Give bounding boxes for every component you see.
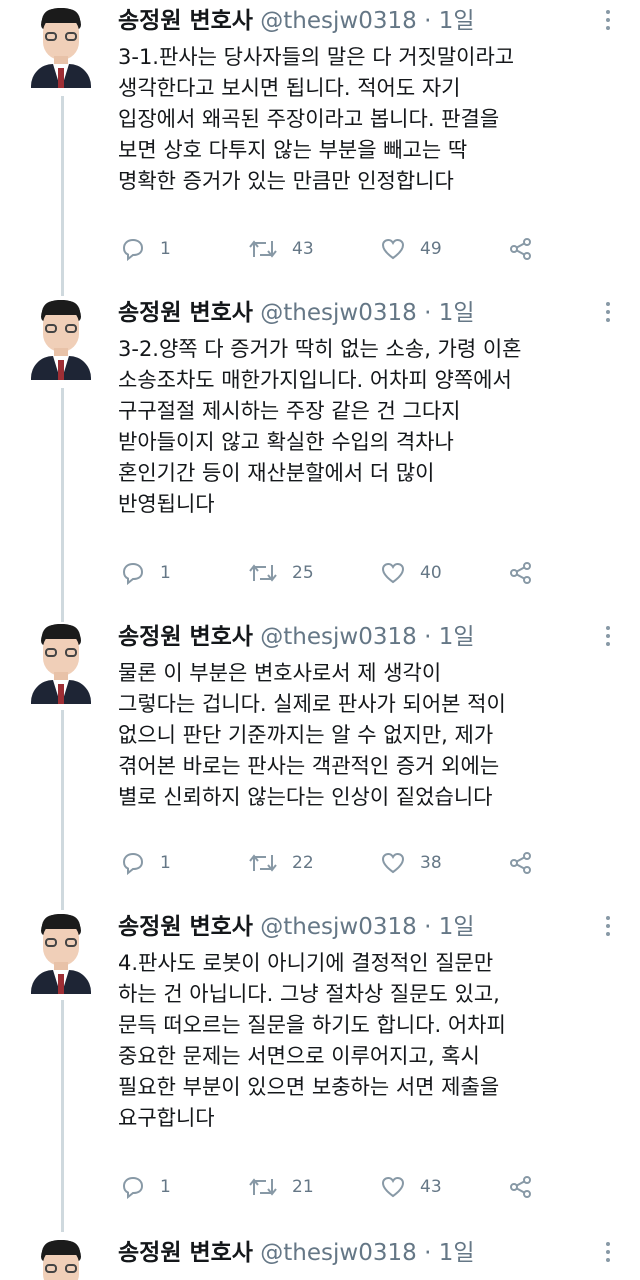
author-handle[interactable]: @thesjw0318 — [260, 300, 416, 326]
share-button[interactable] — [508, 234, 534, 264]
tweet[interactable]: 송정원 변호사 @thesjw0318 · 1일 물론 이 부분은 변호사로서 … — [0, 616, 640, 912]
timestamp[interactable]: 1일 — [439, 914, 475, 940]
more-dots-icon[interactable] — [604, 626, 612, 648]
separator-dot: · — [424, 1240, 432, 1266]
reply-count: 1 — [160, 563, 171, 583]
like-count: 40 — [420, 563, 442, 583]
author-name[interactable]: 송정원 변호사 — [118, 300, 253, 326]
author-handle[interactable]: @thesjw0318 — [260, 1240, 416, 1266]
retweet-icon — [249, 240, 277, 258]
tweet-actions: 1 21 43 — [118, 1172, 618, 1202]
tweet-header: 송정원 변호사 @thesjw0318 · 1일 — [118, 6, 474, 36]
like-button[interactable]: 49 — [380, 234, 442, 264]
tweet[interactable]: 송정원 변호사 @thesjw0318 · 1일 3-2.양쪽 다 증거가 딱히… — [0, 292, 640, 622]
heart-icon — [381, 562, 405, 584]
avatar[interactable] — [31, 300, 91, 380]
retweet-count: 43 — [292, 239, 314, 259]
retweet-icon — [249, 1178, 277, 1196]
like-button[interactable]: 38 — [380, 848, 442, 878]
reply-count: 1 — [160, 1177, 171, 1197]
avatar[interactable] — [31, 1240, 91, 1280]
tweet-actions: 1 43 49 — [118, 234, 618, 264]
separator-dot: · — [424, 624, 432, 650]
like-count: 38 — [420, 853, 442, 873]
author-handle[interactable]: @thesjw0318 — [260, 8, 416, 34]
share-icon — [510, 238, 531, 260]
retweet-icon — [249, 564, 277, 582]
tweet[interactable]: 송정원 변호사 @thesjw0318 · 1일 4.판사도 로봇이 아니기에 … — [0, 906, 640, 1230]
retweet-button[interactable]: 25 — [248, 558, 314, 588]
reply-count: 1 — [160, 239, 171, 259]
separator-dot: · — [424, 8, 432, 34]
like-count: 43 — [420, 1177, 442, 1197]
reply-button[interactable]: 1 — [120, 558, 171, 588]
author-name[interactable]: 송정원 변호사 — [118, 8, 253, 34]
reply-icon — [122, 1176, 144, 1199]
more-dots-icon[interactable] — [604, 1242, 612, 1264]
tweet-header: 송정원 변호사 @thesjw0318 · 1일 — [118, 298, 474, 328]
author-handle[interactable]: @thesjw0318 — [260, 624, 416, 650]
share-icon — [510, 562, 531, 584]
separator-dot: · — [424, 914, 432, 940]
retweet-count: 22 — [292, 853, 314, 873]
more-dots-icon[interactable] — [604, 10, 612, 32]
retweet-count: 25 — [292, 563, 314, 583]
share-icon — [510, 852, 531, 874]
author-name[interactable]: 송정원 변호사 — [118, 1240, 253, 1266]
tweet-header: 송정원 변호사 @thesjw0318 · 1일 — [118, 622, 474, 652]
author-name[interactable]: 송정원 변호사 — [118, 914, 253, 940]
avatar[interactable] — [31, 624, 91, 704]
retweet-button[interactable]: 43 — [248, 234, 314, 264]
tweet-header: 송정원 변호사 @thesjw0318 · 1일 — [118, 1238, 474, 1268]
reply-button[interactable]: 1 — [120, 234, 171, 264]
tweet-header: 송정원 변호사 @thesjw0318 · 1일 — [118, 912, 474, 942]
reply-button[interactable]: 1 — [120, 1172, 171, 1202]
avatar[interactable] — [31, 8, 91, 88]
reply-button[interactable]: 1 — [120, 848, 171, 878]
timestamp[interactable]: 1일 — [439, 8, 475, 34]
share-button[interactable] — [508, 558, 534, 588]
tweet-text: 물론 이 부분은 변호사로서 제 생각이 그렇다는 겁니다. 실제로 판사가 되… — [118, 661, 506, 809]
timestamp[interactable]: 1일 — [439, 300, 475, 326]
heart-icon — [381, 1176, 405, 1198]
share-icon — [510, 1176, 531, 1198]
author-handle[interactable]: @thesjw0318 — [260, 914, 416, 940]
share-button[interactable] — [508, 848, 534, 878]
tweet[interactable]: 송정원 변호사 @thesjw0318 · 1일 3-1.판사는 당사자들의 말… — [0, 0, 640, 290]
separator-dot: · — [424, 300, 432, 326]
more-dots-icon[interactable] — [604, 916, 612, 938]
retweet-count: 21 — [292, 1177, 314, 1197]
heart-icon — [381, 238, 405, 260]
timestamp[interactable]: 1일 — [439, 624, 475, 650]
like-button[interactable]: 40 — [380, 558, 442, 588]
retweet-button[interactable]: 22 — [248, 848, 314, 878]
share-button[interactable] — [508, 1172, 534, 1202]
heart-icon — [381, 852, 405, 874]
avatar[interactable] — [31, 914, 91, 994]
timestamp[interactable]: 1일 — [439, 1240, 475, 1266]
author-name[interactable]: 송정원 변호사 — [118, 624, 253, 650]
reply-icon — [122, 852, 144, 875]
tweet-text: 3-2.양쪽 다 증거가 딱히 없는 소송, 가령 이혼 소송조차도 매한가지입… — [118, 337, 522, 516]
more-dots-icon[interactable] — [604, 302, 612, 324]
like-button[interactable]: 43 — [380, 1172, 442, 1202]
tweet-actions: 1 22 38 — [118, 848, 618, 878]
like-count: 49 — [420, 239, 442, 259]
tweet-actions: 1 25 40 — [118, 558, 618, 588]
tweet[interactable]: 송정원 변호사 @thesjw0318 · 1일 — [0, 1232, 640, 1280]
reply-count: 1 — [160, 853, 171, 873]
reply-icon — [122, 562, 144, 585]
tweet-text: 3-1.판사는 당사자들의 말은 다 거짓말이라고 생각한다고 보시면 됩니다.… — [118, 45, 515, 193]
retweet-button[interactable]: 21 — [248, 1172, 314, 1202]
retweet-icon — [249, 854, 277, 872]
reply-icon — [122, 238, 144, 261]
tweet-text: 4.판사도 로봇이 아니기에 결정적인 질문만 하는 건 아닙니다. 그냥 절차… — [118, 951, 506, 1130]
